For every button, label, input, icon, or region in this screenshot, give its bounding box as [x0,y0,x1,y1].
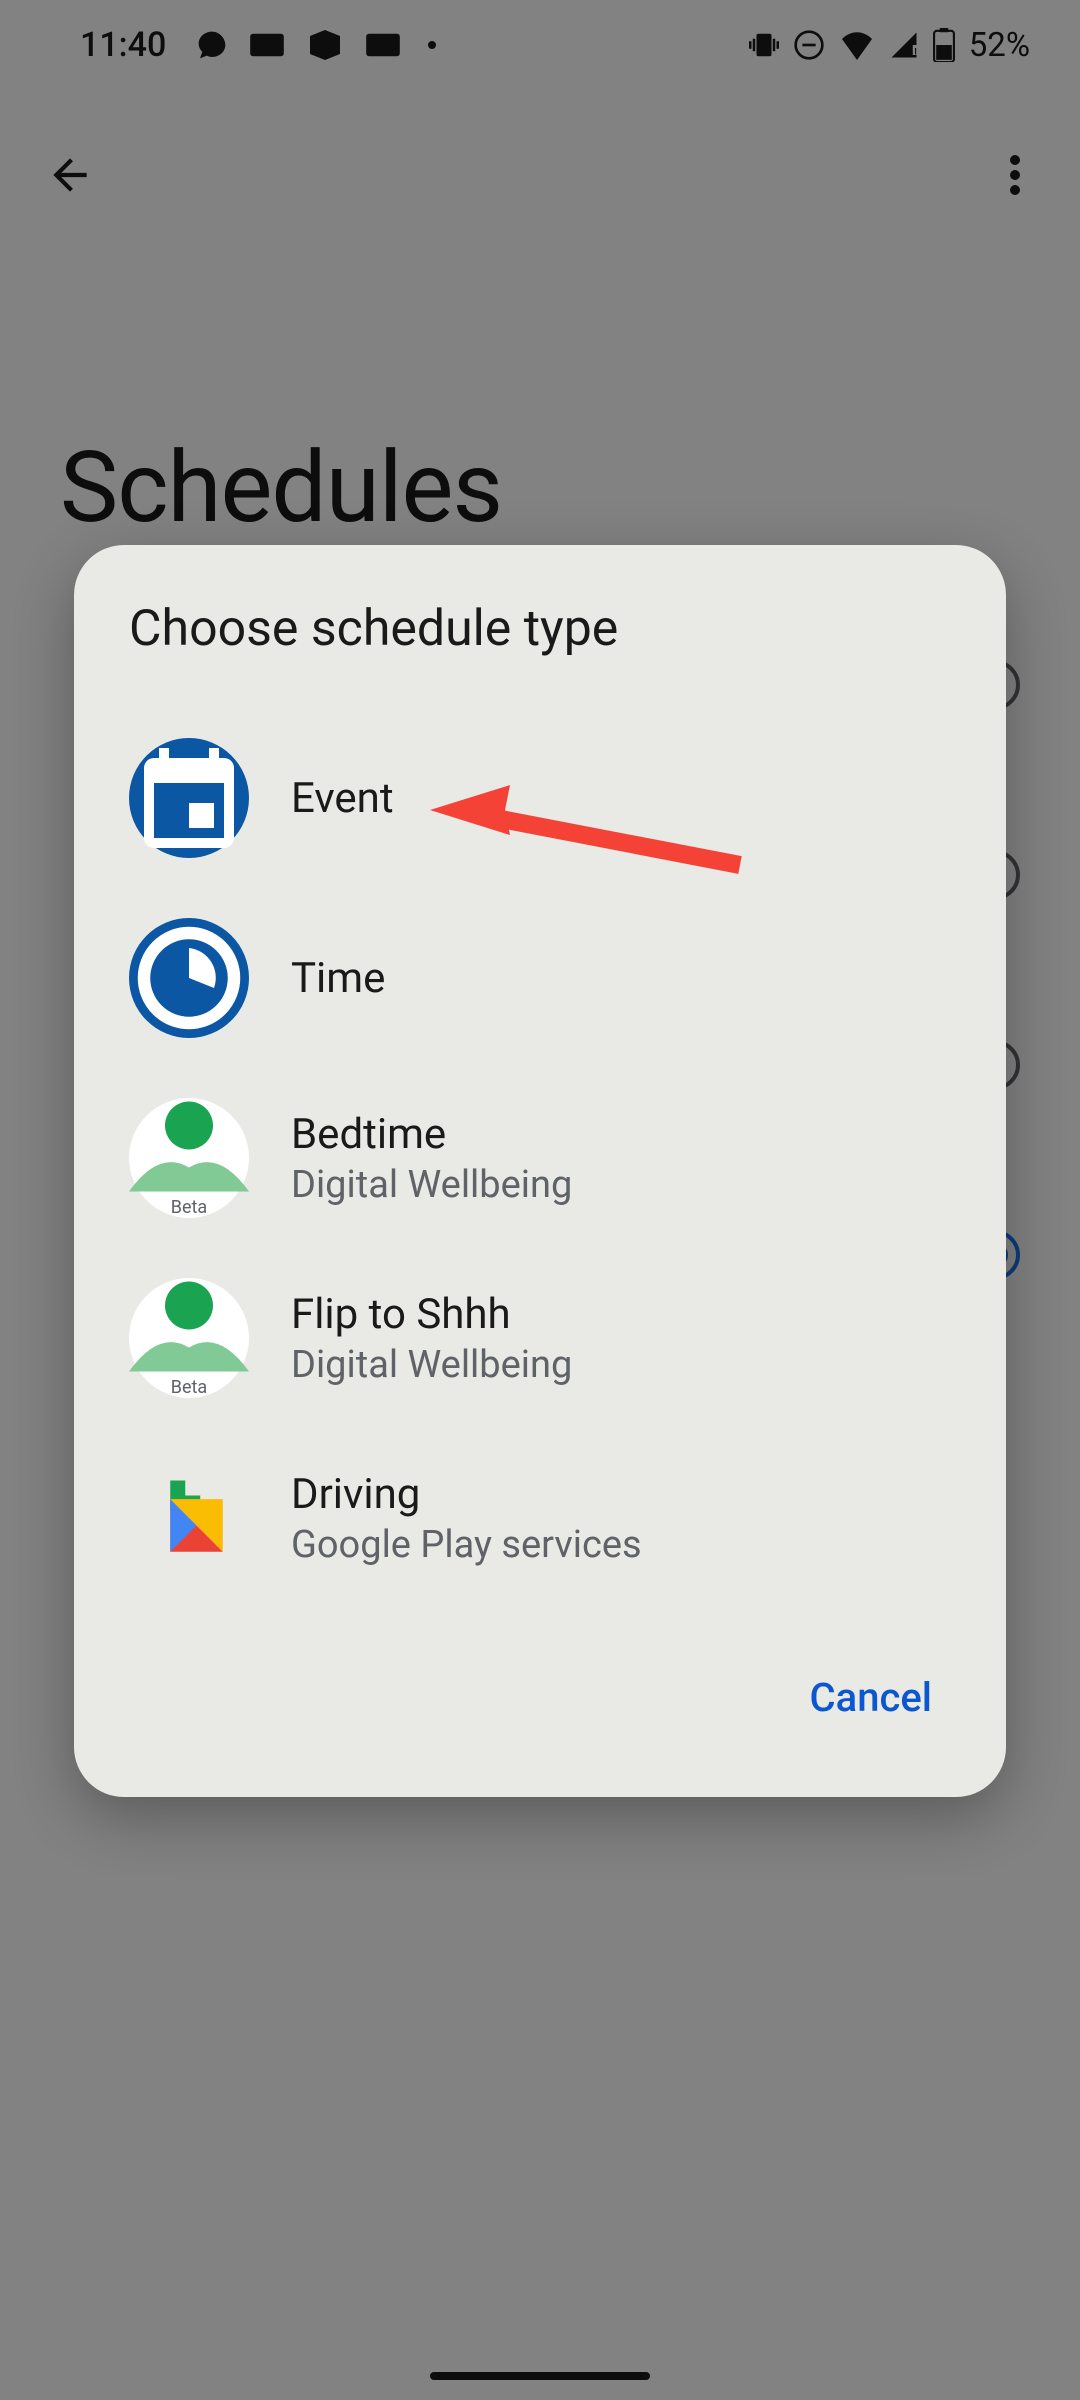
wellbeing-icon: Beta [129,1098,249,1218]
schedule-type-dialog: Choose schedule type Event Time Beta [74,545,1006,1797]
play-services-icon [129,1458,249,1578]
option-driving[interactable]: Driving Google Play services [74,1428,1006,1608]
option-title: Time [291,954,385,1003]
option-title: Driving [291,1470,642,1519]
option-flip-shhh[interactable]: Beta Flip to Shhh Digital Wellbeing [74,1248,1006,1428]
option-bedtime[interactable]: Beta Bedtime Digital Wellbeing [74,1068,1006,1248]
wellbeing-icon: Beta [129,1278,249,1398]
option-title: Flip to Shhh [291,1290,572,1339]
option-subtitle: Digital Wellbeing [291,1163,572,1207]
option-title: Bedtime [291,1110,572,1159]
option-subtitle: Google Play services [291,1523,642,1567]
beta-badge: Beta [171,1197,207,1218]
option-event[interactable]: Event [74,708,1006,888]
dialog-title: Choose schedule type [74,600,1006,708]
option-time[interactable]: Time [74,888,1006,1068]
event-icon [129,738,249,858]
option-title: Event [291,774,394,823]
option-subtitle: Digital Wellbeing [291,1343,572,1387]
beta-badge: Beta [171,1377,207,1398]
time-icon [129,918,249,1038]
dialog-actions: Cancel [74,1608,1006,1757]
cancel-button[interactable]: Cancel [786,1658,956,1737]
